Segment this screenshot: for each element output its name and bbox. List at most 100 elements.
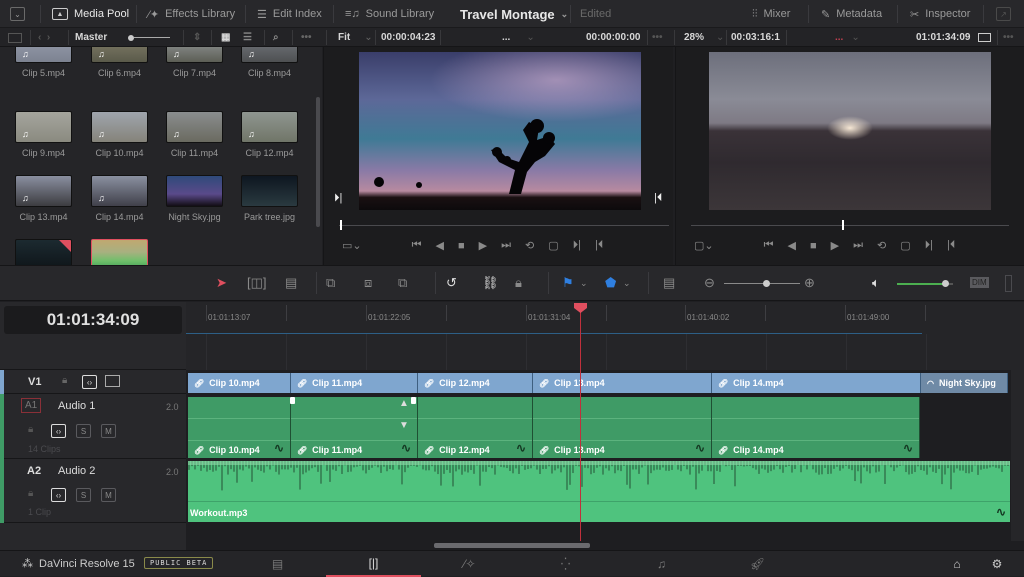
media-pool-clip[interactable] [15, 239, 72, 265]
replace-clip-icon[interactable]: ⧉ [398, 275, 407, 291]
fade-out-handle[interactable] [411, 397, 416, 404]
chevron-down-icon[interactable]: ⌄ [580, 278, 588, 289]
skip-to-start-icon[interactable]: ⏮ [764, 239, 774, 252]
media-pool-clip[interactable]: ♫ Clip 8.mp4 [241, 47, 298, 78]
loop-icon[interactable]: ⟲ [525, 239, 534, 252]
skip-to-end-icon[interactable]: ⏭ [853, 239, 863, 252]
media-pool-scrollbar[interactable] [316, 97, 320, 227]
meter-toggle-icon[interactable] [1005, 275, 1012, 292]
nav-back-forward[interactable]: ‹ › [38, 28, 50, 47]
home-button[interactable]: ⌂ [946, 551, 968, 577]
source-scrubber[interactable] [339, 225, 669, 226]
film-strip-icon[interactable]: ▭⌄ [342, 239, 362, 252]
reverse-play-icon[interactable]: ◀ [436, 239, 444, 252]
playhead-line[interactable] [580, 310, 581, 550]
speaker-icon[interactable]: 🔈︎ [872, 275, 880, 291]
match-frame-icon[interactable]: ▢ [548, 239, 558, 252]
video-clip[interactable]: 🔗︎ Clip 10.mp4 [188, 373, 291, 393]
mute-button[interactable]: M [101, 488, 116, 502]
solo-button[interactable]: S [76, 488, 91, 502]
timeline-scrubber[interactable] [691, 225, 1009, 226]
fade-handle-icon[interactable]: ∿ [996, 505, 1006, 519]
timeline-selector-dropdown[interactable]: ... ⌄ [835, 28, 860, 47]
page-media[interactable]: ▤ [230, 551, 325, 577]
page-color[interactable]: ⁛ [518, 551, 613, 577]
audio-clip[interactable]: 🔗︎ Clip 14.mp4 ∿ [712, 397, 920, 458]
video-clip[interactable]: 🔗︎ Clip 14.mp4 [712, 373, 921, 393]
fullscreen-button[interactable]: ↗ [996, 0, 1011, 28]
volume-knob[interactable] [941, 280, 949, 287]
volume-down-icon[interactable]: ▼ [399, 420, 409, 431]
source-playhead[interactable] [340, 220, 342, 230]
mark-out-button-icon[interactable]: |⏴ [595, 239, 603, 252]
fade-in-handle[interactable] [290, 397, 295, 404]
video-clip[interactable]: 🔗︎ Clip 12.mp4 [418, 373, 533, 393]
settings-button[interactable]: ⚙ [986, 551, 1008, 577]
video-clip[interactable]: ◠ Night Sky.jpg [921, 373, 1008, 393]
insert-clip-icon[interactable]: ⧉ [326, 275, 335, 291]
timeline-scrollbar[interactable] [434, 543, 590, 548]
mark-out-icon[interactable]: |⏴ [654, 192, 662, 205]
lock-icon[interactable]: 🔒︎ [28, 424, 33, 435]
audio-clip[interactable]: 🔗︎ Clip 13.mp4 ∿ [533, 397, 712, 458]
volume-slider[interactable] [897, 280, 953, 287]
linked-selection-icon[interactable]: ⛓ [482, 275, 499, 291]
pool-options-button[interactable]: ••• [301, 28, 312, 47]
zoom-in-icon[interactable]: ⊕ [804, 275, 815, 291]
fade-handle-icon[interactable]: ∿ [274, 441, 284, 455]
edit-index-button[interactable]: ☰ Edit Index [257, 0, 322, 28]
stop-icon[interactable]: ■ [810, 240, 817, 252]
media-pool-clip[interactable]: ♫ Clip 13.mp4 [15, 175, 72, 222]
media-pool-clip[interactable]: Night Sky.jpg [166, 175, 223, 222]
mark-out-button-icon[interactable]: |⏴ [947, 239, 955, 252]
mark-in-icon[interactable]: ⏵| [334, 192, 342, 205]
chevron-down-icon[interactable]: ⌄ [623, 278, 631, 289]
mark-in-button-icon[interactable]: ⏵| [925, 239, 933, 252]
fade-handle-icon[interactable]: ∿ [516, 441, 526, 455]
timeline-ruler[interactable]: 01:01:13:07 01:01:22:05 01:01:31:04 01:01:4… [186, 302, 1024, 370]
marker-icon[interactable]: ⬟ [605, 275, 616, 291]
solo-button[interactable]: S [76, 424, 91, 438]
skip-to-start-icon[interactable]: ⏮ [412, 239, 422, 252]
timeline-scrubber-playhead[interactable] [842, 220, 844, 230]
media-pool-clip[interactable]: ♫ Clip 6.mp4 [91, 47, 148, 78]
fade-handle-icon[interactable]: ∿ [695, 441, 705, 455]
selection-tool-icon[interactable]: ➤ [216, 275, 227, 291]
bin-selector[interactable]: Master [75, 28, 107, 47]
media-pool-clip[interactable]: ♫ Clip 10.mp4 [91, 111, 148, 158]
auto-select-icon[interactable]: ‹› [51, 488, 66, 502]
source-options-button[interactable]: ••• [652, 28, 663, 47]
vertical-scroll-track[interactable] [1011, 370, 1024, 541]
match-frame-icon[interactable]: ▢ [900, 239, 910, 252]
media-pool-button[interactable]: ▲ Media Pool [52, 0, 129, 28]
audio-clip[interactable]: 🔗︎ Clip 10.mp4 ∿ [188, 397, 291, 458]
media-pool-clip[interactable] [91, 239, 148, 265]
metadata-button[interactable]: ✎ Metadata [821, 0, 882, 28]
timeline-zoom-slider[interactable] [724, 280, 800, 287]
sound-library-button[interactable]: ≡♫ Sound Library [345, 0, 434, 28]
timeline-zoom-dropdown[interactable]: 28% ⌄ [684, 28, 724, 47]
position-lock-icon[interactable]: 🔒︎ [515, 275, 522, 291]
source-zoom-dropdown[interactable]: Fit ⌄ [338, 28, 373, 47]
video-clip[interactable]: 🔗︎ Clip 11.mp4 [291, 373, 418, 393]
video-enable-icon[interactable] [105, 375, 120, 387]
media-pool-clip[interactable]: ♫ Clip 5.mp4 [15, 47, 72, 78]
play-icon[interactable]: ▶ [831, 239, 839, 252]
mixer-button[interactable]: ⫶⫶ Mixer [752, 0, 790, 28]
fade-handle-icon[interactable]: ∿ [903, 441, 913, 455]
inspector-button[interactable]: ✂ Inspector [910, 0, 970, 28]
sort-button[interactable]: ⇕ [193, 28, 201, 47]
media-pool-clip[interactable]: ♫ Clip 12.mp4 [241, 111, 298, 158]
page-deliver[interactable]: 🚀︎ [710, 551, 805, 577]
zoom-out-icon[interactable]: ⊖ [704, 275, 715, 291]
volume-up-icon[interactable]: ▲ [399, 398, 409, 409]
snapping-icon[interactable]: ↺ [446, 275, 457, 291]
zoom-slider-knob[interactable] [762, 280, 770, 287]
thumbnail-size-slider[interactable] [128, 28, 170, 47]
page-fusion[interactable]: ⁄✧ [422, 551, 517, 577]
page-edit[interactable]: [|] [326, 551, 421, 577]
media-pool-clip[interactable]: ♫ Clip 7.mp4 [166, 47, 223, 78]
fade-handle-icon[interactable]: ∿ [401, 441, 411, 455]
thumbnail-view-button[interactable]: ▦ [221, 28, 230, 47]
audio-clip-a2[interactable]: Workout.mp3 ∿ [188, 461, 1010, 522]
